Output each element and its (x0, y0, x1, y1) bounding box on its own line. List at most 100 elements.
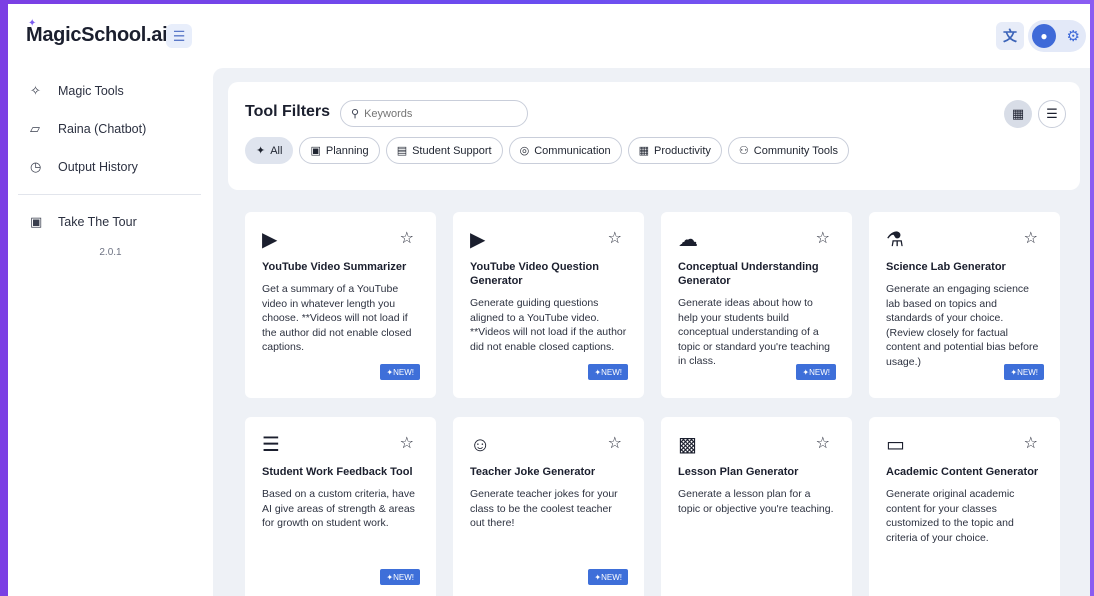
tool-card-title: Science Lab Generator (886, 261, 1006, 273)
main-content: Tool Filters ⚲ ▦ ☰ ✦ All ▣ Planning ▤ St… (213, 68, 1090, 596)
grid-icon: ▦ (1011, 106, 1025, 121)
list-view-toggle[interactable]: ☰ (1038, 100, 1066, 128)
tool-card-description: Generate guiding questions aligned to a … (470, 297, 627, 353)
sidebar-item-label: Take The Tour (58, 215, 137, 229)
app-window: ✦ MagicSchool.ai ☰ 文 ● ⚙ ✧ Magic Tools ▱… (8, 4, 1090, 596)
version-label: 2.0.1 (99, 247, 122, 258)
favorite-star-icon[interactable]: ☆ (1024, 228, 1038, 248)
tool-card-description: Generate a lesson plan for a topic or ob… (678, 488, 834, 515)
chip-label: All (270, 144, 283, 157)
tool-card-description: Based on a custom criteria, have AI give… (262, 488, 415, 529)
logo-text: MagicSchool.ai (26, 24, 168, 46)
chip-label: Community Tools (753, 144, 838, 157)
search-box[interactable]: ⚲ (340, 100, 528, 127)
favorite-star-icon[interactable]: ☆ (1024, 433, 1038, 453)
tool-card-teacher-joke-generator[interactable]: ☺ ☆ Teacher Joke Generator Generate teac… (453, 417, 644, 596)
tool-card-description: Generate original academic content for y… (886, 488, 1015, 544)
hamburger-icon[interactable]: ☰ (166, 24, 192, 48)
sidebar-item-label: Raina (Chatbot) (58, 122, 147, 136)
tool-card-description: Generate ideas about how to help your st… (678, 297, 831, 367)
tool-card-description: Generate an engaging science lab based o… (886, 283, 1039, 368)
sidebar-item-output-history[interactable]: ◷ Output History (8, 148, 213, 186)
tool-card-title: YouTube Video Question Generator (470, 261, 599, 287)
chip-label: Communication (534, 144, 611, 157)
tool-filters-panel: Tool Filters ⚲ ▦ ☰ ✦ All ▣ Planning ▤ St… (228, 82, 1080, 190)
filter-chip-community-tools[interactable]: ⚇ Community Tools (727, 137, 849, 164)
history-icon: ◷ (30, 159, 42, 174)
id-card-icon: ▤ (396, 145, 408, 157)
favorite-star-icon[interactable]: ☆ (608, 228, 622, 248)
feedback-icon: ☰ (262, 434, 280, 456)
tool-card-description: Generate teacher jokes for your class to… (470, 488, 618, 529)
gear-icon[interactable]: ⚙ (1067, 27, 1080, 45)
tool-card-lesson-plan-generator[interactable]: ▩ ☆ Lesson Plan Generator Generate a les… (661, 417, 852, 596)
tool-card-youtube-video-summarizer[interactable]: ▶ ☆ YouTube Video Summarizer Get a summa… (245, 212, 436, 398)
productivity-icon: ▦ (638, 145, 650, 157)
smiley-icon: ☺ (470, 434, 491, 456)
sparkle-icon: ✦ (256, 145, 266, 157)
cloud-people-icon: ☁ (678, 229, 698, 251)
monitor-icon: ▭ (886, 434, 905, 456)
new-badge: ✦NEW! (1004, 364, 1044, 380)
tool-card-description: Get a summary of a YouTube video in what… (262, 283, 412, 353)
translate-icon[interactable]: 文 (996, 22, 1024, 50)
lesson-plan-icon: ▩ (678, 434, 697, 456)
tool-card-science-lab-generator[interactable]: ⚗ ☆ Science Lab Generator Generate an en… (869, 212, 1060, 398)
tool-card-title: Conceptual Understanding Generator (678, 261, 819, 287)
chat-bubbles-icon: ◎ (519, 145, 530, 157)
chip-label: Planning (325, 144, 369, 157)
filter-chip-communication[interactable]: ◎ Communication (508, 137, 622, 164)
tool-card-title: Lesson Plan Generator (678, 466, 799, 478)
community-icon: ⚇ (738, 145, 749, 157)
new-badge: ✦NEW! (380, 364, 420, 380)
bus-icon: ▣ (30, 214, 43, 229)
sidebar: ✧ Magic Tools ▱ Raina (Chatbot) ◷ Output… (8, 72, 213, 596)
favorite-star-icon[interactable]: ☆ (816, 228, 830, 248)
favorite-star-icon[interactable]: ☆ (816, 433, 830, 453)
chip-label: Student Support (412, 144, 492, 157)
calendar-icon: ▣ (310, 145, 321, 157)
user-icon[interactable]: ● (1032, 24, 1056, 48)
new-badge: ✦NEW! (380, 569, 420, 585)
new-badge: ✦NEW! (588, 569, 628, 585)
filter-chips: ✦ All ▣ Planning ▤ Student Support ◎ Com… (245, 137, 849, 164)
top-bar: ✦ MagicSchool.ai ☰ 文 ● ⚙ (8, 4, 1090, 64)
grid-view-toggle[interactable]: ▦ (1004, 100, 1032, 128)
chat-icon: ▱ (30, 121, 40, 136)
sidebar-item-raina-chatbot[interactable]: ▱ Raina (Chatbot) (8, 110, 213, 148)
filter-chip-planning[interactable]: ▣ Planning (299, 137, 380, 164)
filter-chip-student-support[interactable]: ▤ Student Support (385, 137, 503, 164)
sidebar-item-label: Magic Tools (58, 84, 124, 98)
chip-label: Productivity (654, 144, 711, 157)
logo[interactable]: ✦ MagicSchool.ai (26, 18, 168, 47)
favorite-star-icon[interactable]: ☆ (400, 228, 414, 248)
list-icon: ☰ (1046, 106, 1058, 121)
profile-menu[interactable]: ● ⚙ (1028, 20, 1086, 52)
filter-chip-all[interactable]: ✦ All (245, 137, 294, 164)
tool-card-academic-content-generator[interactable]: ▭ ☆ Academic Content Generator Generate … (869, 417, 1060, 596)
flask-icon: ⚗ (886, 229, 904, 251)
tool-card-student-work-feedback-tool[interactable]: ☰ ☆ Student Work Feedback Tool Based on … (245, 417, 436, 596)
search-icon: ⚲ (351, 108, 360, 120)
favorite-star-icon[interactable]: ☆ (400, 433, 414, 453)
video-play-icon: ▶ (262, 229, 278, 251)
new-badge: ✦NEW! (588, 364, 628, 380)
favorite-star-icon[interactable]: ☆ (608, 433, 622, 453)
page-title: Tool Filters (245, 103, 331, 120)
sidebar-divider (18, 194, 201, 195)
search-input[interactable] (364, 107, 515, 120)
tool-card-title: Student Work Feedback Tool (262, 466, 413, 478)
filter-chip-productivity[interactable]: ▦ Productivity (627, 137, 722, 164)
video-play-icon: ▶ (470, 229, 486, 251)
sidebar-item-magic-tools[interactable]: ✧ Magic Tools (8, 72, 213, 110)
logo-sparkle-icon: ✦ (28, 18, 37, 29)
tool-card-youtube-video-question-generator[interactable]: ▶ ☆ YouTube Video Question Generator Gen… (453, 212, 644, 398)
tool-card-title: Academic Content Generator (886, 466, 1039, 478)
sidebar-item-take-the-tour[interactable]: ▣ Take The Tour (8, 203, 213, 241)
tool-card-title: Teacher Joke Generator (470, 466, 596, 478)
tool-card-title: YouTube Video Summarizer (262, 261, 407, 273)
sparkle-icon: ✧ (30, 83, 41, 98)
sidebar-item-label: Output History (58, 160, 138, 174)
tool-cards-grid: ▶ ☆ YouTube Video Summarizer Get a summa… (245, 212, 1061, 596)
tool-card-conceptual-understanding-generator[interactable]: ☁ ☆ Conceptual Understanding Generator G… (661, 212, 852, 398)
